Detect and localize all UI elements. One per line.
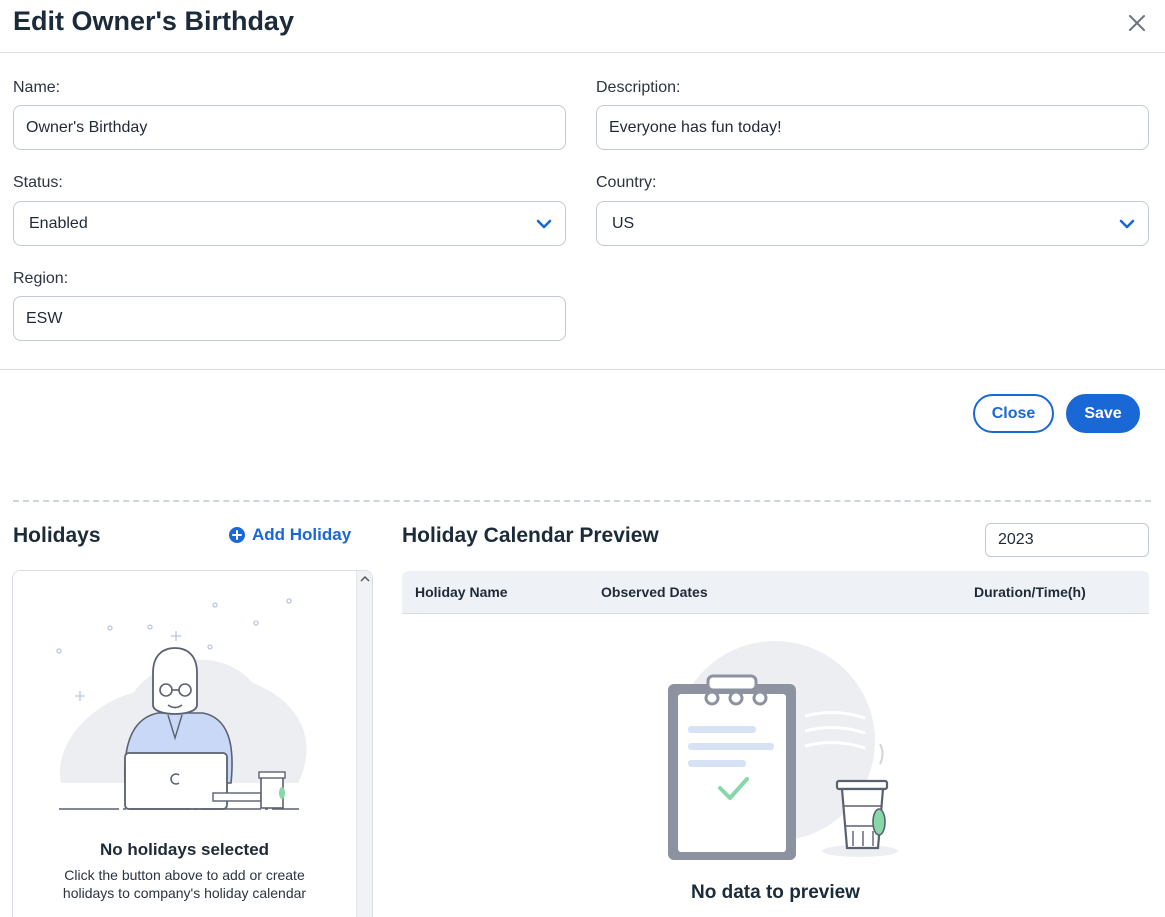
status-select-value: Enabled <box>29 214 88 232</box>
empty-holidays-desc-line2: holidays to company's holiday calendar <box>62 885 307 901</box>
region-input[interactable]: ESW <box>13 296 566 341</box>
add-holiday-button[interactable]: Add Holiday <box>229 525 351 545</box>
description-label: Description: <box>596 79 681 96</box>
name-input[interactable]: Owner's Birthday <box>13 105 566 150</box>
country-select-value: US <box>612 214 635 232</box>
description-input-value: Everyone has fun today! <box>609 118 782 136</box>
chevron-down-icon <box>536 219 552 229</box>
form-divider <box>0 369 1165 370</box>
scroll-up-icon[interactable] <box>360 574 370 584</box>
column-header-duration: Duration/Time(h) <box>974 584 1086 600</box>
close-button[interactable]: Close <box>973 394 1054 433</box>
description-input[interactable]: Everyone has fun today! <box>596 105 1149 150</box>
scrollbar[interactable] <box>356 571 372 917</box>
person-laptop-illustration <box>56 598 307 810</box>
name-input-value: Owner's Birthday <box>26 118 148 136</box>
preview-title: Holiday Calendar Preview <box>402 524 659 547</box>
year-input-value: 2023 <box>998 531 1034 548</box>
name-label: Name: <box>13 79 61 96</box>
country-select[interactable]: US <box>596 201 1149 246</box>
save-button[interactable]: Save <box>1066 394 1140 433</box>
dialog-title: Edit Owner's Birthday <box>13 6 294 36</box>
holidays-title: Holidays <box>13 524 101 547</box>
column-header-observed-dates: Observed Dates <box>601 584 708 600</box>
section-divider <box>13 500 1151 502</box>
status-select[interactable]: Enabled <box>13 201 566 246</box>
year-input[interactable]: 2023 <box>985 523 1149 557</box>
holidays-list-panel[interactable]: No holidays selected Click the button ab… <box>12 570 373 917</box>
country-label: Country: <box>596 174 657 191</box>
dialog-header: Edit Owner's Birthday <box>0 0 1165 53</box>
region-input-value: ESW <box>26 309 63 327</box>
region-label: Region: <box>13 270 69 287</box>
empty-holidays-desc-line1: Click the button above to add or create <box>64 867 305 883</box>
column-header-holiday-name: Holiday Name <box>415 584 508 600</box>
plus-circle-icon <box>229 527 245 543</box>
chevron-down-icon <box>1119 219 1135 229</box>
close-icon[interactable] <box>1125 11 1149 35</box>
preview-empty-text: No data to preview <box>691 882 860 903</box>
clipboard-illustration <box>668 641 898 860</box>
preview-table-header: Holiday Name Observed Dates Duration/Tim… <box>402 571 1149 614</box>
empty-holidays-title: No holidays selected <box>99 840 270 859</box>
status-label: Status: <box>13 174 63 191</box>
add-holiday-label: Add Holiday <box>252 525 352 544</box>
